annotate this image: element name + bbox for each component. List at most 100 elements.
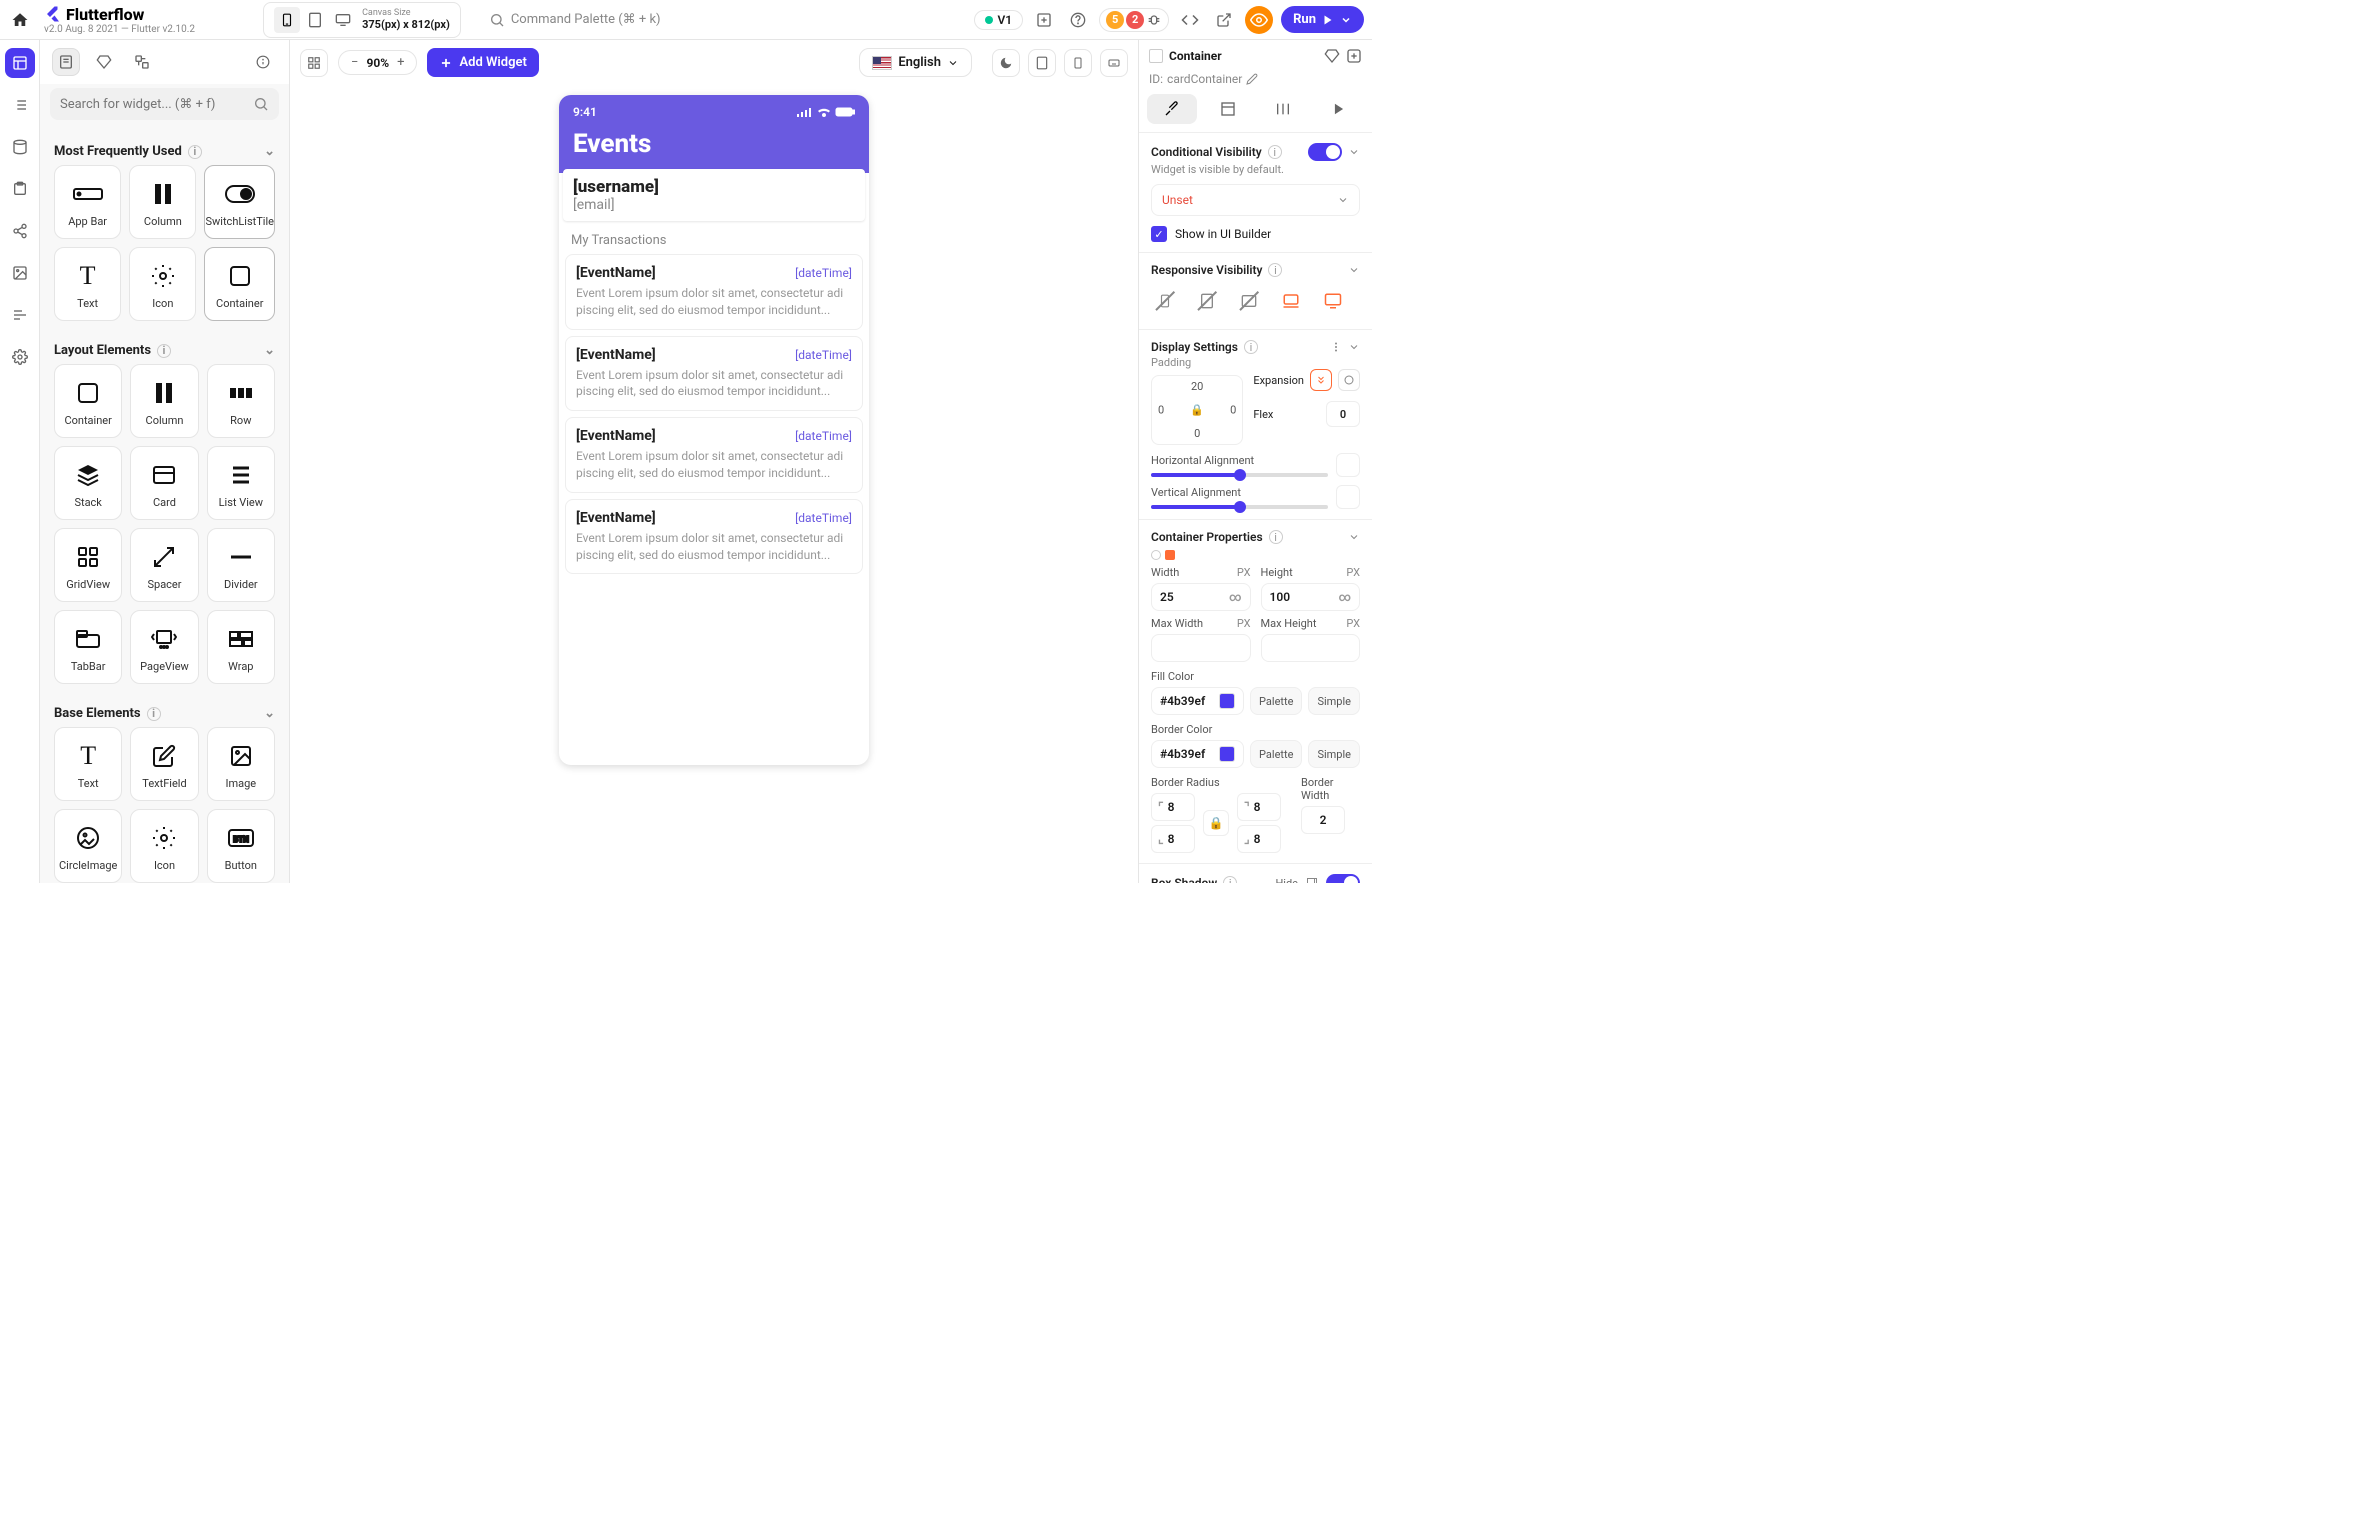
cond-vis-toggle[interactable] [1308,143,1342,161]
resp-mobile-off[interactable] [1151,287,1179,315]
widget-stack[interactable]: Stack [54,446,122,520]
chevron-down-icon[interactable] [1348,146,1360,158]
nav-media[interactable] [5,258,35,288]
flex-value[interactable]: 0 [1326,401,1360,427]
user-avatar[interactable] [1245,6,1273,34]
widget-listview[interactable]: List View [207,446,275,520]
nav-tree[interactable] [5,90,35,120]
chevron-down-icon[interactable] [1348,531,1360,543]
radius-tl-input[interactable]: ⌜8 [1151,793,1195,821]
popout-icon[interactable] [1306,877,1318,883]
panel-info[interactable] [249,48,277,76]
section-frequent-header[interactable]: Most Frequently Used i ⌄ [54,138,275,165]
version-badge[interactable]: V1 [974,10,1023,30]
edit-icon[interactable] [1246,73,1258,85]
widget-image[interactable]: Image [207,727,275,801]
run-button[interactable]: Run [1281,6,1364,33]
device-mobile-button[interactable] [274,7,300,33]
widget-row[interactable]: Row [207,364,275,438]
section-base-header[interactable]: Base Elements i ⌄ [54,700,275,727]
chevron-down-icon[interactable] [1348,264,1360,276]
panel-tool-component[interactable] [128,48,156,76]
preview-keyboard[interactable] [1100,49,1128,77]
theme-toggle[interactable] [992,49,1020,77]
padding-control[interactable]: 20 0 0 0 🔒 [1151,375,1243,445]
maxheight-input[interactable] [1261,634,1361,662]
boxshadow-toggle[interactable] [1326,874,1360,883]
widget-textfield[interactable]: TextField [130,727,198,801]
language-select[interactable]: English [859,48,972,77]
widget-appbar[interactable]: App Bar [54,165,121,239]
h-align-slider[interactable] [1151,473,1328,477]
bordercolor-input[interactable]: #4b39ef [1151,740,1244,768]
widget-search-input[interactable] [60,97,247,112]
padding-bottom[interactable]: 0 [1194,427,1200,440]
widget-text-2[interactable]: TText [54,727,122,801]
zoom-out-button[interactable]: − [347,55,362,70]
panel-tool-doc[interactable] [52,48,80,76]
panel-tool-diamond[interactable] [90,48,118,76]
padding-left[interactable]: 0 [1158,404,1164,417]
info-icon[interactable]: i [1244,340,1258,354]
widget-card[interactable]: Card [130,446,198,520]
bordercolor-palette-button[interactable]: Palette [1250,740,1302,768]
transaction-card[interactable]: [EventName][dateTime]Event Lorem ipsum d… [565,499,863,575]
width-input[interactable]: 25∞ [1151,583,1251,611]
widget-icon[interactable]: Icon [129,247,196,321]
tab-actions[interactable] [1259,94,1309,124]
nav-functions[interactable] [5,300,35,330]
select-checkbox[interactable] [1149,49,1163,63]
transaction-card[interactable]: [EventName][dateTime]Event Lorem ipsum d… [565,336,863,412]
padding-top[interactable]: 20 [1191,380,1203,393]
device-preview[interactable]: 9:41 Events [username] [email] My Transa… [559,95,869,765]
diamond-icon[interactable] [1324,48,1340,64]
tab-style[interactable] [1147,94,1197,124]
fillcolor-palette-button[interactable]: Palette [1250,687,1302,715]
widget-text[interactable]: TText [54,247,121,321]
widget-column-2[interactable]: Column [130,364,198,438]
info-icon[interactable]: i [1223,876,1237,883]
info-icon[interactable]: i [1269,530,1283,544]
preview-mobile[interactable] [1064,49,1092,77]
device-desktop-button[interactable] [330,7,356,33]
height-input[interactable]: 100∞ [1261,583,1361,611]
component-add-icon[interactable] [1346,48,1362,64]
nav-api[interactable] [5,216,35,246]
lock-icon[interactable]: 🔒 [1190,404,1204,417]
widget-gridview[interactable]: GridView [54,528,122,602]
transaction-card[interactable]: [EventName][dateTime]Event Lorem ipsum d… [565,417,863,493]
radius-br-input[interactable]: ⌟8 [1237,825,1281,853]
nav-settings[interactable] [5,342,35,372]
v-align-input[interactable] [1336,485,1360,509]
h-align-input[interactable] [1336,453,1360,477]
shape-circle-option[interactable] [1151,550,1161,560]
tab-animations[interactable] [1314,94,1364,124]
expansion-mode-1[interactable] [1310,369,1332,391]
add-widget-button[interactable]: Add Widget [427,48,538,77]
fillcolor-simple-button[interactable]: Simple [1308,687,1360,715]
padding-right[interactable]: 0 [1230,404,1236,417]
help-button[interactable] [1065,7,1091,33]
widget-divider[interactable]: Divider [207,528,275,602]
widget-pageview[interactable]: PageView [130,610,198,684]
radius-bl-input[interactable]: ⌞8 [1151,825,1195,853]
widget-circleimage[interactable]: CircleImage [54,809,122,883]
canvas-grid-toggle[interactable] [300,49,328,77]
info-icon[interactable]: i [1268,145,1282,159]
fillcolor-input[interactable]: #4b39ef [1151,687,1244,715]
widget-column[interactable]: Column [129,165,196,239]
borderwidth-input[interactable]: 2 [1301,806,1345,834]
cond-vis-select[interactable]: Unset [1151,184,1360,216]
preview-tablet[interactable] [1028,49,1056,77]
add-button[interactable] [1031,7,1057,33]
radius-tr-input[interactable]: ⌝8 [1237,793,1281,821]
radius-lock[interactable]: 🔒 [1203,810,1229,836]
widget-tabbar[interactable]: TabBar [54,610,122,684]
zoom-in-button[interactable]: + [393,55,408,70]
widget-button[interactable]: BTNButton [207,809,275,883]
bordercolor-simple-button[interactable]: Simple [1308,740,1360,768]
widget-container[interactable]: Container [204,247,275,321]
shape-square-option[interactable] [1165,550,1175,560]
nav-storage[interactable] [5,132,35,162]
code-button[interactable] [1177,7,1203,33]
